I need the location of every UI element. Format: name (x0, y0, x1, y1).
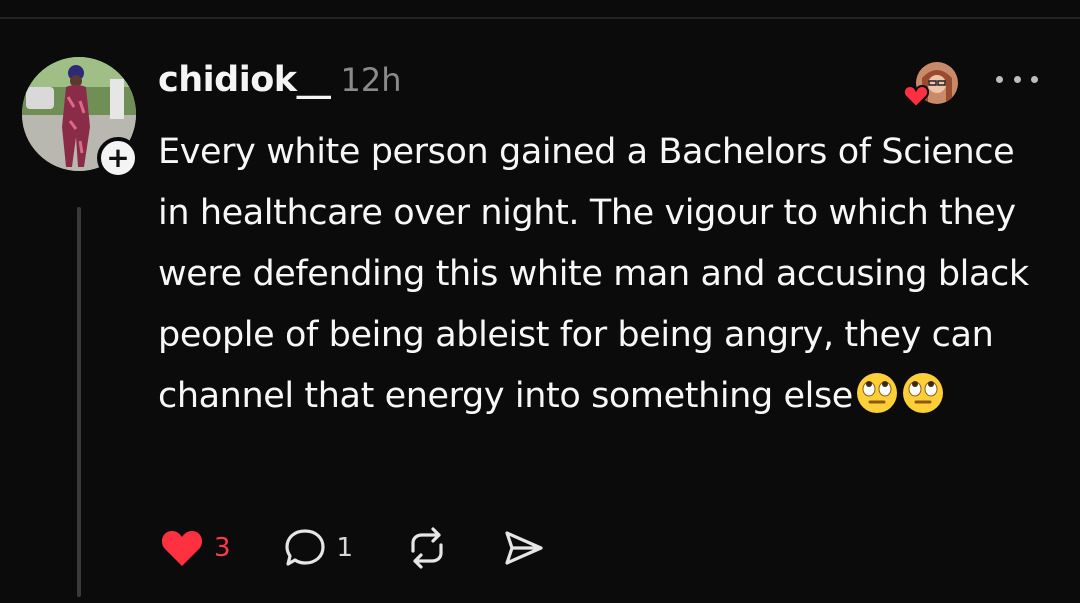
comment-bubble-icon (284, 529, 325, 566)
username[interactable]: chidiok__ (158, 60, 331, 100)
send-icon (505, 531, 543, 565)
liker-heart-icon (903, 84, 929, 108)
thread-line (77, 207, 81, 597)
reply-count: 1 (336, 533, 354, 563)
rolling-eyes-emoji-icon (902, 373, 943, 413)
repost-button[interactable] (405, 527, 449, 569)
repost-icon (411, 527, 443, 569)
post-header: chidiok__ 12h (158, 60, 402, 106)
like-count: 3 (214, 533, 231, 563)
dot (996, 75, 1003, 83)
rolling-eyes-emoji-icon (856, 373, 897, 413)
follow-button[interactable]: + (97, 137, 139, 179)
like-button[interactable]: 3 (160, 528, 231, 568)
dot (1013, 75, 1021, 83)
share-button[interactable] (501, 528, 545, 568)
timestamp: 12h (340, 61, 402, 99)
heart-icon (161, 531, 203, 566)
reply-button[interactable]: 1 (283, 527, 354, 569)
more-dots-icon[interactable] (996, 64, 1038, 94)
action-bar: 3 1 (160, 525, 597, 571)
plus-icon: + (106, 141, 130, 174)
post-screen: + chidiok__ 12h Every white person gaine… (0, 0, 1080, 603)
dot (1031, 75, 1038, 83)
post-text: Every white person gained a Bachelors of… (158, 122, 1038, 427)
top-divider (0, 17, 1080, 19)
